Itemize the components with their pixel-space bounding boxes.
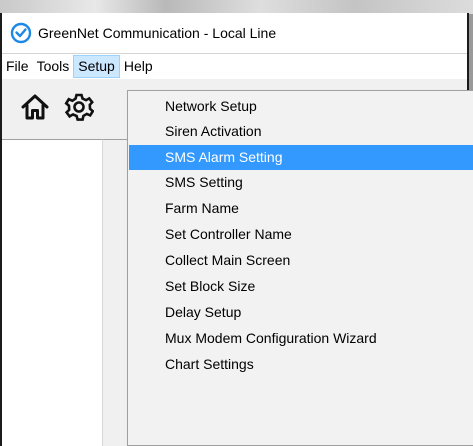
- home-icon[interactable]: [20, 92, 50, 122]
- check-circle-icon: [10, 22, 32, 44]
- menu-item-siren-activation[interactable]: Siren Activation: [129, 119, 473, 144]
- menu-file[interactable]: File: [2, 55, 33, 78]
- menu-help[interactable]: Help: [120, 55, 157, 78]
- menu-item-set-block-size[interactable]: Set Block Size: [129, 274, 473, 299]
- menu-bar: File Tools Setup Help: [2, 54, 467, 80]
- desktop-background: [0, 0, 473, 14]
- menu-item-mux-modem-configuration-wizard[interactable]: Mux Modem Configuration Wizard: [129, 326, 473, 351]
- menu-item-delay-setup[interactable]: Delay Setup: [129, 300, 473, 325]
- window-title: GreenNet Communication - Local Line: [38, 25, 277, 41]
- title-bar[interactable]: GreenNet Communication - Local Line: [2, 13, 467, 54]
- menu-item-set-controller-name[interactable]: Set Controller Name: [129, 222, 473, 247]
- menu-item-farm-name[interactable]: Farm Name: [129, 196, 473, 221]
- menu-item-sms-setting[interactable]: SMS Setting: [129, 170, 473, 195]
- menu-item-network-setup[interactable]: Network Setup: [129, 94, 473, 119]
- setup-dropdown-menu: Network Setup Siren Activation SMS Alarm…: [127, 90, 473, 446]
- side-panel: [2, 139, 103, 446]
- menu-item-sms-alarm-setting[interactable]: SMS Alarm Setting: [129, 145, 473, 170]
- menu-item-chart-settings[interactable]: Chart Settings: [129, 352, 473, 377]
- menu-setup[interactable]: Setup: [73, 55, 120, 78]
- gear-icon[interactable]: [64, 92, 94, 122]
- menu-item-collect-main-screen[interactable]: Collect Main Screen: [129, 248, 473, 273]
- menu-tools[interactable]: Tools: [33, 55, 74, 78]
